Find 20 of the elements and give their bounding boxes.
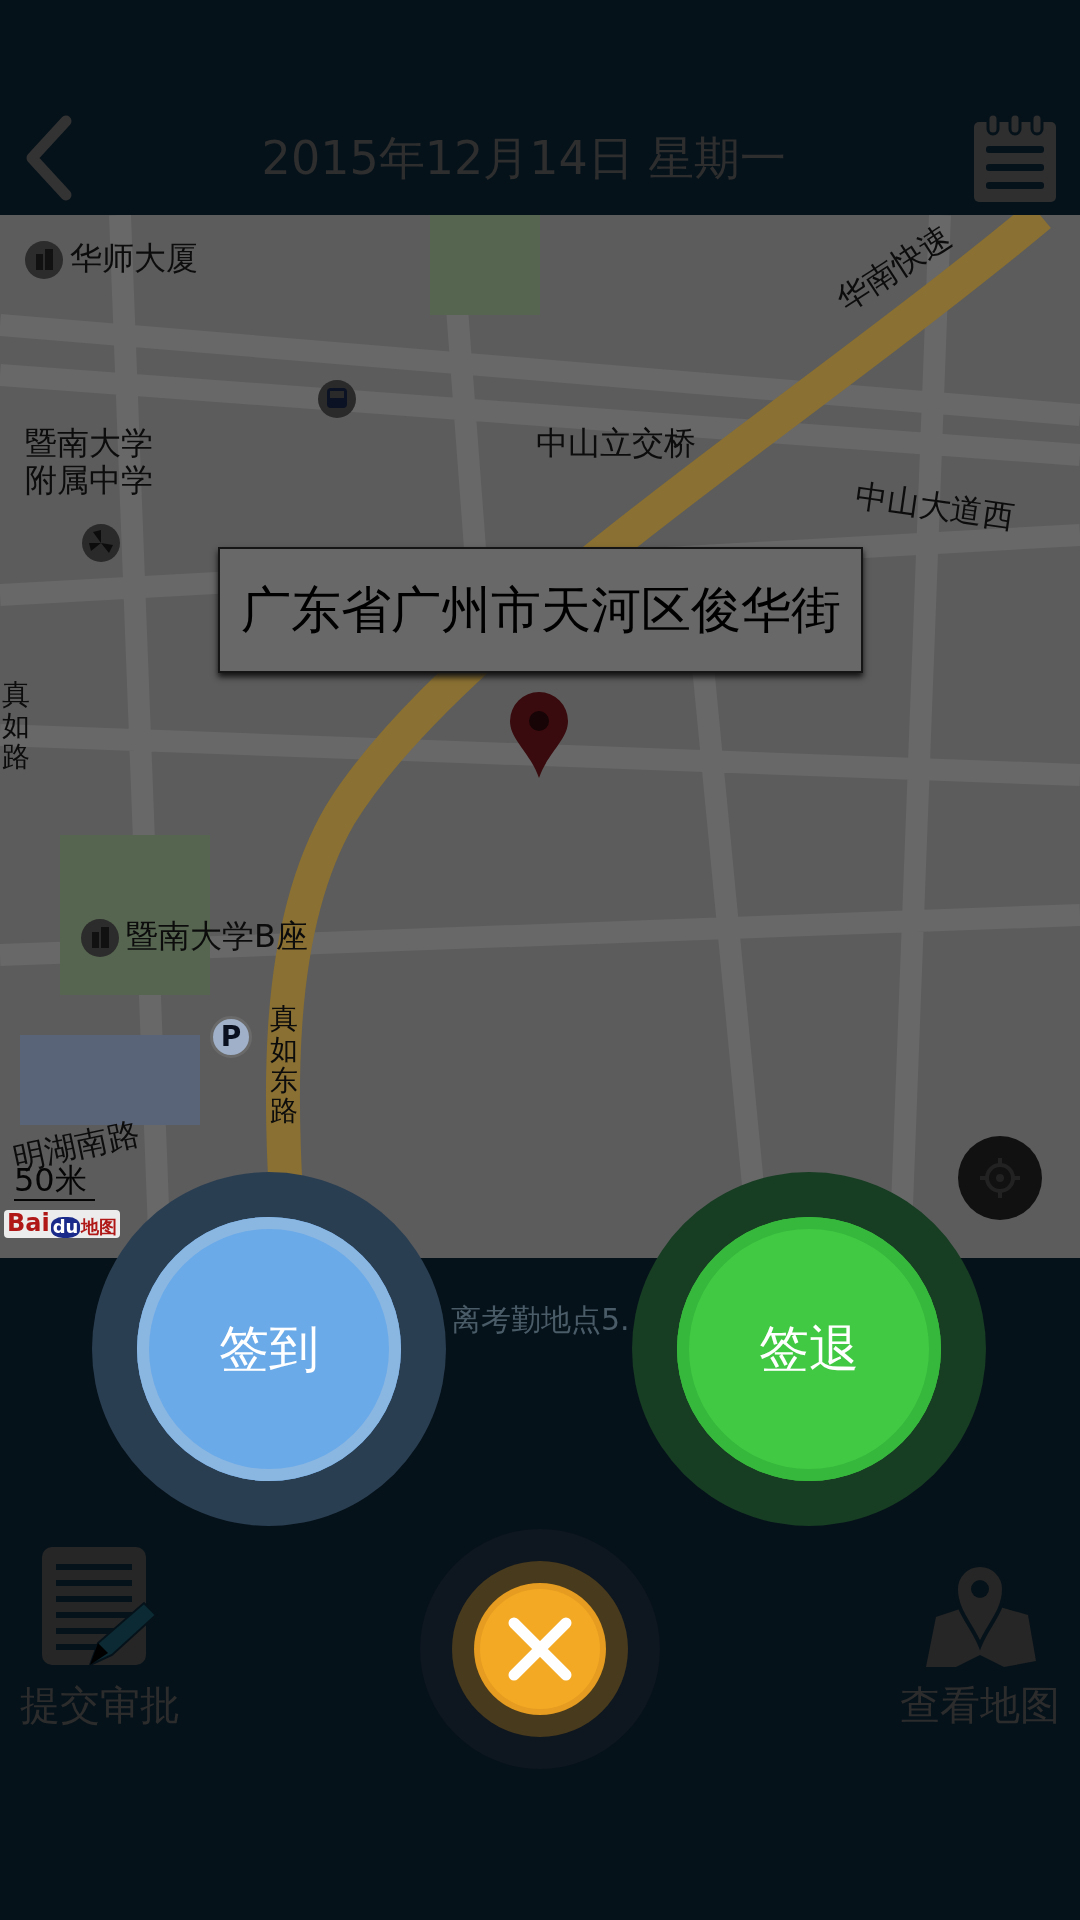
fan-icon (80, 522, 122, 564)
place-label: 中山立交桥 (536, 425, 696, 462)
bus-stop-icon (316, 378, 358, 420)
back-icon[interactable] (24, 114, 74, 201)
close-button[interactable] (420, 1529, 660, 1769)
notepad-icon[interactable] (974, 113, 1056, 202)
road-label: 中山大道西 (853, 477, 1017, 536)
location-pin-icon (510, 692, 568, 778)
building-icon (24, 240, 64, 280)
place-label: 暨南大学附属中学 (25, 425, 154, 499)
road-label: 真如东路 (270, 1004, 298, 1128)
road-label: 华南快速 (830, 218, 958, 319)
address-callout: 广东省广州市天河区俊华街 (218, 547, 863, 673)
road-label: 真如路 (2, 680, 30, 773)
map-logo: Bai du 地图 (4, 1210, 121, 1238)
place-label: 暨南大学B座 (126, 918, 308, 955)
place-label: 华师大厦 (70, 240, 198, 277)
distance-text: 离考勤地点5. (451, 1305, 630, 1335)
building-icon (80, 918, 120, 958)
locate-icon[interactable] (958, 1136, 1042, 1220)
